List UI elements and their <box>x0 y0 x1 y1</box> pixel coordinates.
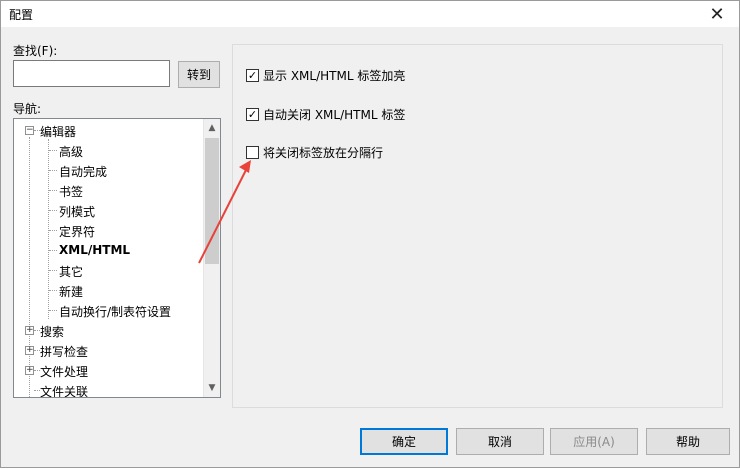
annotation-arrow-icon <box>198 160 251 264</box>
cancel-button[interactable]: 取消 <box>456 428 544 455</box>
apply-button[interactable]: 应用(A) <box>550 428 638 455</box>
config-dialog: 配置 ✕ 查找(F): 转到 导航: − 编辑器 高级 自动完成 书签 列模式 定界符 X… <box>0 0 740 468</box>
ok-button[interactable]: 确定 <box>360 428 448 455</box>
help-button[interactable]: 帮助 <box>646 428 730 455</box>
